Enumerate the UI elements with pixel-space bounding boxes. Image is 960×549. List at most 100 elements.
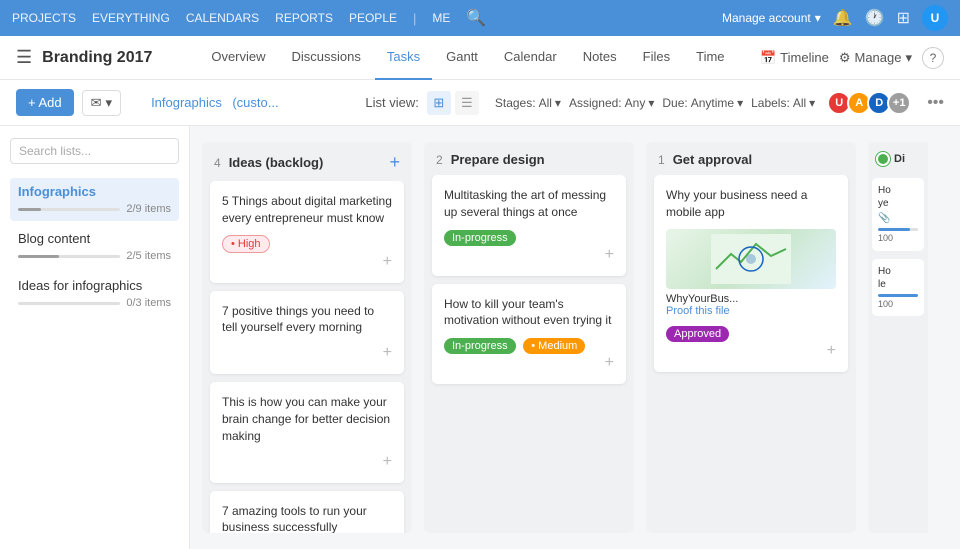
column-header-ideas: 4 Ideas (backlog) +	[202, 142, 412, 181]
card-add-btn-5[interactable]: +	[605, 246, 614, 264]
col5-card-1-title: Hoye	[878, 184, 918, 210]
column-prepare-design: 2 Prepare design Multitasking the art of…	[424, 142, 634, 533]
more-options-icon[interactable]: •••	[927, 94, 944, 112]
user-avatar[interactable]: U	[922, 5, 948, 31]
card-multitasking[interactable]: Multitasking the art of messing up sever…	[432, 175, 626, 276]
search-lists-input[interactable]: Search lists...	[10, 138, 179, 164]
sidebar-progress-blog: 2/5 items	[18, 250, 171, 262]
card-add-btn-6[interactable]: +	[605, 354, 614, 372]
sidebar-item-blog[interactable]: Blog content 2/5 items	[10, 225, 179, 268]
card-add-btn-1[interactable]: +	[383, 253, 392, 271]
sidebar-item-infographics[interactable]: Infographics 2/9 items	[10, 178, 179, 221]
card-title-2: 7 positive things you need to tell yours…	[222, 303, 392, 337]
nav-projects[interactable]: PROJECTS	[12, 11, 76, 25]
card-digital-marketing[interactable]: 5 Things about digital marketing every e…	[210, 181, 404, 283]
top-nav-right: Manage account ▾ 🔔 🕐 ⊞ U	[722, 5, 948, 31]
due-filter[interactable]: Due: Anytime ▾	[662, 96, 743, 110]
tab-notes[interactable]: Notes	[571, 36, 629, 80]
user-avatars: U A D +1	[831, 91, 911, 115]
badge-inprogress-2: In-progress	[444, 338, 516, 354]
email-button[interactable]: ✉ ▾	[82, 90, 121, 116]
filters: Stages: All ▾ Assigned: Any ▾ Due: Anyti…	[495, 91, 944, 115]
manage-account-btn[interactable]: Manage account ▾	[722, 11, 821, 25]
email-chevron: ▾	[106, 95, 113, 111]
nav-everything[interactable]: EVERYTHING	[92, 11, 170, 25]
sub-navigation: ☰ Branding 2017 Overview Discussions Tas…	[0, 36, 960, 80]
main-content: Search lists... Infographics 2/9 items B…	[0, 126, 960, 549]
avatar-more[interactable]: +1	[887, 91, 911, 115]
sidebar: Search lists... Infographics 2/9 items B…	[0, 126, 190, 549]
tab-calendar[interactable]: Calendar	[492, 36, 569, 80]
card-add-btn-3[interactable]: +	[383, 453, 392, 471]
card-add-btn-2[interactable]: +	[383, 344, 392, 362]
card-title-mobile: Why your business need a mobile app	[666, 187, 836, 221]
clock-icon[interactable]: 🕐	[865, 8, 885, 28]
nav-people[interactable]: PEOPLE	[349, 11, 397, 25]
sub-nav-tabs: Overview Discussions Tasks Gantt Calenda…	[199, 36, 736, 80]
tab-time[interactable]: Time	[684, 36, 736, 80]
card-mobile-app[interactable]: Why your business need a mobile app WhyY…	[654, 175, 848, 372]
col-add-ideas[interactable]: +	[389, 152, 400, 173]
labels-filter[interactable]: Labels: All ▾	[751, 96, 815, 110]
card-motivation[interactable]: How to kill your team's motivation witho…	[432, 284, 626, 385]
add-button[interactable]: + Add	[16, 89, 74, 116]
card-amazing-tools[interactable]: 7 amazing tools to run your business suc…	[210, 491, 404, 533]
column-cards-prepare: Multitasking the art of messing up sever…	[424, 175, 634, 392]
board-title: Infographics (custo...	[145, 94, 279, 112]
sub-nav-right: 📅 Timeline ⚙ Manage ▾ ?	[760, 47, 944, 69]
view-icons: ⊞ ☰	[427, 91, 479, 115]
list-view-controls: List view: ⊞ ☰	[365, 91, 478, 115]
tab-files[interactable]: Files	[631, 36, 682, 80]
col-title-ideas: Ideas (backlog)	[229, 155, 324, 170]
project-title: Branding 2017	[42, 49, 152, 67]
sidebar-item-ideas[interactable]: Ideas for infographics 0/3 items	[10, 272, 179, 315]
col-count-prepare: 2	[436, 153, 443, 167]
column-header-approval: 1 Get approval	[646, 142, 856, 175]
email-icon: ✉	[91, 95, 102, 111]
nav-calendars[interactable]: CALENDARS	[186, 11, 259, 25]
column-cards-ideas: 5 Things about digital marketing every e…	[202, 181, 412, 533]
help-button[interactable]: ?	[922, 47, 944, 69]
card-positive-things[interactable]: 7 positive things you need to tell yours…	[210, 291, 404, 375]
sidebar-item-infographics-label: Infographics	[18, 184, 171, 199]
column-done-partial: Di Hoye 📎 100 Hole 100	[868, 142, 928, 533]
col5-card-1[interactable]: Hoye 📎 100	[872, 178, 924, 251]
kanban-board: 4 Ideas (backlog) + 5 Things about digit…	[190, 126, 960, 549]
card-title-4: 7 amazing tools to run your business suc…	[222, 503, 392, 533]
list-view-icon[interactable]: ☰	[455, 91, 479, 115]
bell-icon[interactable]: 🔔	[833, 8, 853, 28]
col5-cards: Hoye 📎 100 Hole 100	[868, 174, 928, 320]
sidebar-progress-infographics: 2/9 items	[18, 203, 171, 215]
nav-me[interactable]: ME	[432, 11, 450, 25]
col-title-prepare: Prepare design	[451, 152, 545, 167]
card-title-motivation: How to kill your team's motivation witho…	[444, 296, 614, 330]
manage-button[interactable]: ⚙ Manage ▾	[839, 50, 912, 66]
proof-link[interactable]: Proof this file	[666, 305, 836, 317]
grid-icon[interactable]: ⊞	[897, 8, 910, 28]
tab-gantt[interactable]: Gantt	[434, 36, 490, 80]
timeline-icon: 📅	[760, 50, 776, 66]
sidebar-item-blog-label: Blog content	[18, 231, 171, 246]
col-header-done: Di	[868, 142, 928, 174]
nav-reports[interactable]: REPORTS	[275, 11, 333, 25]
badge-high: • High	[222, 235, 270, 253]
card-add-btn-7[interactable]: +	[827, 342, 836, 360]
timeline-button[interactable]: 📅 Timeline	[760, 50, 829, 66]
col5-card-2[interactable]: Hole 100	[872, 259, 924, 317]
card-brain-change[interactable]: This is how you can make your brain chan…	[210, 382, 404, 482]
badge-inprogress-1: In-progress	[444, 230, 516, 246]
nav-divider: |	[413, 11, 416, 26]
grid-view-icon[interactable]: ⊞	[427, 91, 451, 115]
tab-tasks[interactable]: Tasks	[375, 36, 432, 80]
search-icon[interactable]: 🔍	[466, 8, 486, 28]
badge-medium-1: • Medium	[523, 338, 585, 354]
hamburger-icon[interactable]: ☰	[16, 47, 32, 68]
assigned-filter[interactable]: Assigned: Any ▾	[569, 96, 654, 110]
tab-overview[interactable]: Overview	[199, 36, 277, 80]
stages-filter[interactable]: Stages: All ▾	[495, 96, 561, 110]
card-title-3: This is how you can make your brain chan…	[222, 394, 392, 444]
gear-icon: ⚙	[839, 50, 851, 66]
tab-discussions[interactable]: Discussions	[280, 36, 373, 80]
column-cards-approval: Why your business need a mobile app WhyY…	[646, 175, 856, 380]
badge-approved-1: Approved	[666, 326, 729, 342]
